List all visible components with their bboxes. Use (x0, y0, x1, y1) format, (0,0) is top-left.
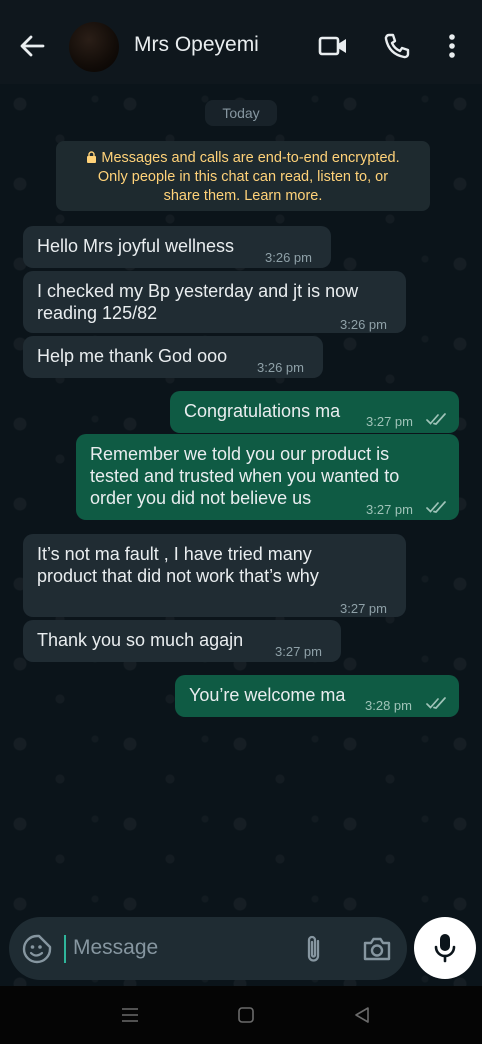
message-time: 3:26 pm (340, 317, 387, 332)
arrow-left-icon (20, 35, 45, 57)
message-bubble-outgoing[interactable]: Congratulations ma 3:27 pm (170, 391, 459, 433)
date-chip: Today (205, 100, 277, 126)
message-bubble-incoming[interactable]: I checked my Bp yesterday and jt is now … (23, 271, 406, 333)
message-bubble-incoming[interactable]: Hello Mrs joyful wellness 3:26 pm (23, 226, 331, 268)
back-button[interactable] (14, 28, 50, 64)
message-bubble-outgoing[interactable]: You’re welcome ma 3:28 pm (175, 675, 459, 717)
more-options-button[interactable] (438, 27, 466, 65)
message-time: 3:27 pm (275, 644, 322, 659)
message-text: Help me thank God ooo (37, 346, 228, 366)
message-time: 3:27 pm (366, 502, 413, 517)
message-bubble-incoming[interactable]: It’s not ma fault , I have tried many pr… (23, 534, 406, 617)
message-input[interactable] (73, 933, 283, 963)
nav-back-icon[interactable] (352, 1005, 372, 1025)
message-bubble-outgoing[interactable]: Remember we told you our product is test… (76, 434, 459, 520)
encryption-notice[interactable]: Messages and calls are end-to-end encryp… (56, 141, 430, 211)
home-icon[interactable] (236, 1006, 256, 1024)
double-check-icon (426, 413, 446, 425)
message-time: 3:26 pm (265, 250, 312, 265)
message-time: 3:27 pm (366, 414, 413, 429)
text-cursor (64, 935, 66, 963)
double-check-icon (426, 501, 446, 513)
sticker-smiley-icon[interactable] (21, 933, 53, 965)
video-camera-icon (318, 36, 346, 56)
message-time: 3:28 pm (365, 698, 412, 713)
message-bubble-incoming[interactable]: Help me thank God ooo 3:26 pm (23, 336, 323, 378)
encryption-line-2: Only people in this chat can read, liste… (97, 169, 389, 185)
double-check-icon (426, 697, 446, 709)
message-text: Thank you so much agajn (37, 630, 244, 650)
encryption-line-3: share them. Learn more. (163, 188, 323, 204)
camera-icon[interactable] (361, 933, 393, 965)
message-time: 3:26 pm (257, 360, 304, 375)
more-vertical-icon (449, 34, 455, 58)
message-text: You’re welcome ma (189, 685, 346, 705)
message-text: It’s not ma fault , I have tried many pr… (37, 544, 319, 586)
chat-header: Mrs Opeyemi (0, 0, 482, 84)
message-bubble-incoming[interactable]: Thank you so much agajn 3:27 pm (23, 620, 341, 662)
encryption-line-1: Messages and calls are end-to-end encryp… (56, 149, 430, 168)
system-navigation-bar (0, 986, 482, 1044)
chat-area[interactable]: Today Messages and calls are end-to-end … (0, 84, 482, 986)
lock-icon (87, 151, 97, 163)
paperclip-icon[interactable] (299, 932, 329, 966)
phone-icon (384, 33, 410, 59)
voice-message-button[interactable] (414, 917, 476, 979)
recent-apps-icon[interactable] (120, 1006, 140, 1024)
message-text: Remember we told you our product is test… (90, 444, 400, 508)
message-text: I checked my Bp yesterday and jt is now … (37, 281, 359, 323)
message-text: Congratulations ma (184, 401, 341, 421)
video-call-button[interactable] (314, 28, 352, 64)
contact-name[interactable]: Mrs Opeyemi (134, 33, 259, 57)
message-text: Hello Mrs joyful wellness (37, 236, 235, 256)
voice-call-button[interactable] (378, 27, 416, 65)
message-time: 3:27 pm (340, 601, 387, 616)
avatar[interactable] (69, 22, 119, 72)
message-composer (9, 917, 407, 980)
microphone-icon (434, 934, 456, 963)
